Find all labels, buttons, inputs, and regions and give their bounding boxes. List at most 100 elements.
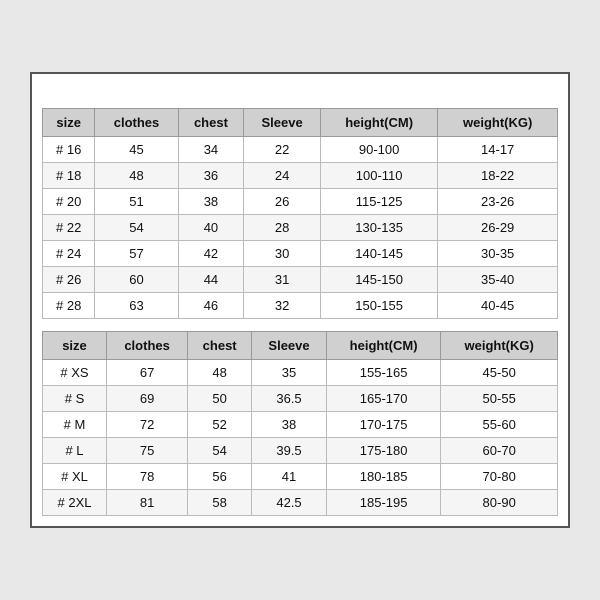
table-cell: 42 [178,241,244,267]
table-row: # M725238170-17555-60 [43,412,558,438]
table-cell: 175-180 [326,438,440,464]
table-cell: # M [43,412,107,438]
table-cell: 180-185 [326,464,440,490]
table-row: # 28634632150-15540-45 [43,293,558,319]
table-cell: 72 [107,412,188,438]
table-cell: 115-125 [320,189,437,215]
table-cell: # 2XL [43,490,107,516]
table2-header: sizeclotheschestSleeveheight(CM)weight(K… [43,332,558,360]
table-cell: 26 [244,189,321,215]
table-cell: 130-135 [320,215,437,241]
table-cell: 32 [244,293,321,319]
table-row: # XL785641180-18570-80 [43,464,558,490]
table-cell: 40 [178,215,244,241]
column-header: size [43,332,107,360]
table-cell: 48 [95,163,178,189]
table-cell: 60-70 [441,438,558,464]
column-header: size [43,109,95,137]
table-cell: # XL [43,464,107,490]
table-cell: 185-195 [326,490,440,516]
table-row: # 20513826115-12523-26 [43,189,558,215]
table-row: # 18483624100-11018-22 [43,163,558,189]
table-cell: 75 [107,438,188,464]
table-cell: 165-170 [326,386,440,412]
table-cell: # 22 [43,215,95,241]
table-row: # 2XL815842.5185-19580-90 [43,490,558,516]
table-cell: 52 [188,412,252,438]
table-cell: 28 [244,215,321,241]
table-row: # S695036.5165-17050-55 [43,386,558,412]
table-cell: 14-17 [438,137,558,163]
table2-body: # XS674835155-16545-50# S695036.5165-170… [43,360,558,516]
table-cell: 38 [252,412,327,438]
table-cell: 36.5 [252,386,327,412]
table-cell: 30-35 [438,241,558,267]
table-cell: 45-50 [441,360,558,386]
table-cell: 54 [188,438,252,464]
table-cell: 38 [178,189,244,215]
table-cell: # 24 [43,241,95,267]
table-cell: 81 [107,490,188,516]
chart-title [42,84,558,108]
column-header: Sleeve [252,332,327,360]
section-gap [42,319,558,331]
table1-body: # 1645342290-10014-17# 18483624100-11018… [43,137,558,319]
table-cell: 35 [252,360,327,386]
table-cell: 46 [178,293,244,319]
table-cell: 145-150 [320,267,437,293]
table-cell: 60 [95,267,178,293]
table-cell: 40-45 [438,293,558,319]
column-header: chest [178,109,244,137]
table-cell: # L [43,438,107,464]
table-cell: 51 [95,189,178,215]
table-cell: 55-60 [441,412,558,438]
table-cell: # 28 [43,293,95,319]
table-cell: 26-29 [438,215,558,241]
column-header: Sleeve [244,109,321,137]
table-row: # 24574230140-14530-35 [43,241,558,267]
table-cell: 67 [107,360,188,386]
column-header: weight(KG) [441,332,558,360]
table-cell: 155-165 [326,360,440,386]
table-cell: 42.5 [252,490,327,516]
table-cell: 45 [95,137,178,163]
size-table-adults: sizeclotheschestSleeveheight(CM)weight(K… [42,331,558,516]
table-cell: # 18 [43,163,95,189]
table-cell: 57 [95,241,178,267]
table-cell: 34 [178,137,244,163]
table-cell: 22 [244,137,321,163]
table-cell: # S [43,386,107,412]
table-row: # L755439.5175-18060-70 [43,438,558,464]
table-cell: # 20 [43,189,95,215]
column-header: height(CM) [326,332,440,360]
table-cell: 23-26 [438,189,558,215]
table-cell: 90-100 [320,137,437,163]
table-cell: 18-22 [438,163,558,189]
table-cell: 150-155 [320,293,437,319]
table-cell: 170-175 [326,412,440,438]
table-cell: # 26 [43,267,95,293]
table-cell: 56 [188,464,252,490]
table-cell: 50 [188,386,252,412]
table-cell: 50-55 [441,386,558,412]
table-row: # 1645342290-10014-17 [43,137,558,163]
table-cell: 140-145 [320,241,437,267]
column-header: clothes [95,109,178,137]
size-chart-card: sizeclotheschestSleeveheight(CM)weight(K… [30,72,570,528]
column-header: height(CM) [320,109,437,137]
table-cell: # 16 [43,137,95,163]
table-cell: 24 [244,163,321,189]
table-row: # 22544028130-13526-29 [43,215,558,241]
table-cell: 80-90 [441,490,558,516]
table-cell: 69 [107,386,188,412]
table-cell: 63 [95,293,178,319]
table-cell: 58 [188,490,252,516]
size-table-children: sizeclotheschestSleeveheight(CM)weight(K… [42,108,558,319]
table-cell: 70-80 [441,464,558,490]
table-cell: 48 [188,360,252,386]
table-cell: 31 [244,267,321,293]
column-header: weight(KG) [438,109,558,137]
table-cell: 36 [178,163,244,189]
table-cell: 35-40 [438,267,558,293]
table-cell: 39.5 [252,438,327,464]
